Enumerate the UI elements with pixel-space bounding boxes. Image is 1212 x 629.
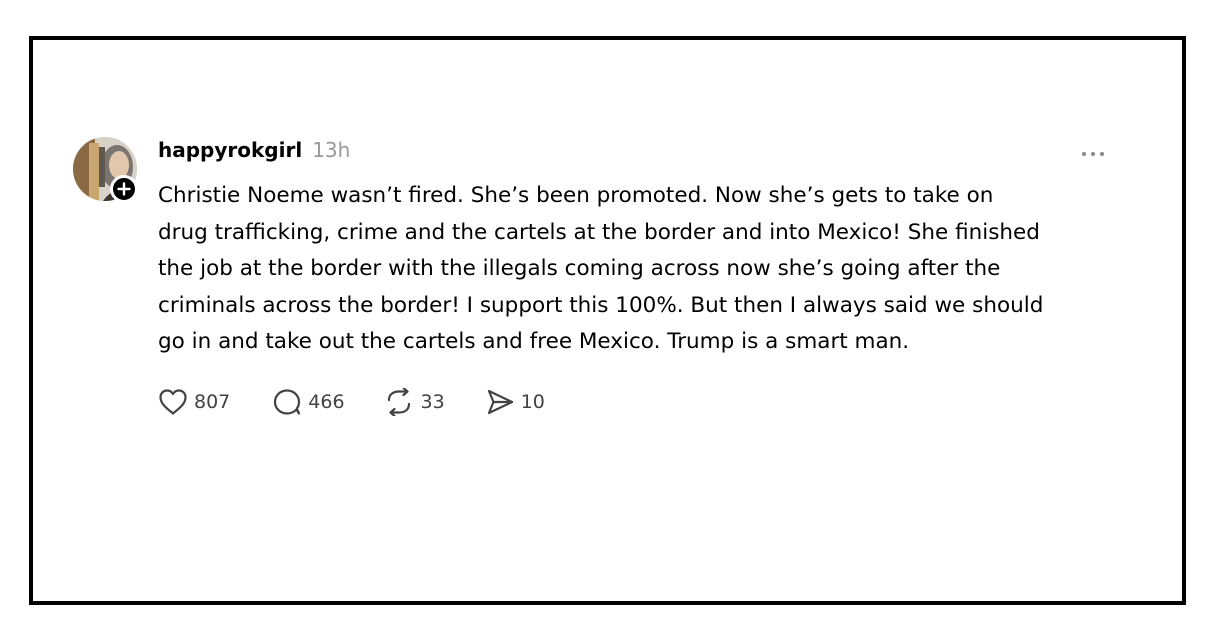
like-count: 807 (194, 391, 231, 413)
post-card: happyrokgirl 13h Christie Noeme wasn’t f… (33, 40, 1182, 601)
more-horizontal-icon (1100, 152, 1104, 156)
reply-button[interactable]: 466 (272, 388, 345, 416)
username-link[interactable]: happyrokgirl (158, 138, 302, 162)
screenshot-frame: happyrokgirl 13h Christie Noeme wasn’t f… (29, 36, 1186, 605)
more-options-button[interactable] (1073, 144, 1113, 164)
repost-count: 33 (420, 391, 445, 413)
avatar-container[interactable] (73, 137, 138, 203)
send-icon (487, 389, 513, 415)
plus-icon (117, 182, 131, 196)
heart-icon (159, 389, 187, 415)
more-horizontal-icon (1082, 152, 1086, 156)
more-horizontal-icon (1091, 152, 1095, 156)
share-button[interactable]: 10 (485, 388, 545, 416)
share-count: 10 (520, 391, 545, 413)
post-actions-bar: 807 466 33 10 (158, 386, 545, 418)
reply-count: 466 (308, 391, 345, 413)
post-header: happyrokgirl 13h (158, 138, 350, 170)
post-text: Christie Noeme wasn’t fired. She’s been … (158, 183, 1044, 355)
repost-icon (387, 388, 410, 416)
like-button[interactable]: 807 (158, 388, 230, 416)
post-timestamp: 13h (312, 138, 351, 162)
follow-button[interactable] (110, 175, 138, 203)
comment-bubble-icon (274, 389, 301, 415)
repost-button[interactable]: 33 (383, 388, 445, 416)
